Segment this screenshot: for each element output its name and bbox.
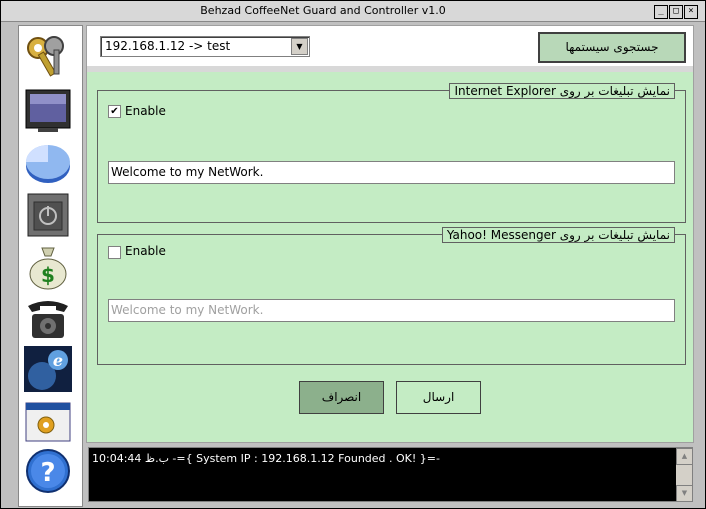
- ie-ads-legend: نمایش تبلیغات بر روی Internet Explorer: [449, 83, 675, 99]
- internet-explorer-icon[interactable]: e: [24, 346, 72, 392]
- pie-chart-icon[interactable]: [24, 140, 72, 186]
- app-window: Behzad CoffeeNet Guard and Controller v1…: [0, 0, 706, 509]
- ie-enable-label: Enable: [125, 104, 166, 118]
- svg-text:e: e: [53, 351, 63, 370]
- send-button[interactable]: ارسال: [396, 381, 481, 414]
- system-select[interactable]: 192.168.1.12 -> test ▼: [100, 36, 310, 57]
- title-bar[interactable]: Behzad CoffeeNet Guard and Controller v1…: [1, 1, 705, 22]
- help-icon[interactable]: ?: [24, 448, 72, 494]
- log-console: 10:04:44 ب.ظ -={ System IP : 192.168.1.1…: [88, 447, 693, 502]
- ie-ads-group: نمایش تبلیغات بر روی Internet Explorer ✔…: [97, 83, 686, 223]
- ie-message-input[interactable]: Welcome to my NetWork.: [108, 161, 675, 184]
- chevron-down-icon[interactable]: ▼: [291, 38, 308, 55]
- close-button[interactable]: ×: [684, 5, 698, 19]
- settings-window-icon[interactable]: [24, 399, 72, 445]
- monitor-icon[interactable]: [24, 88, 72, 134]
- log-scrollbar[interactable]: ▲ ▼: [676, 448, 693, 502]
- svg-text:?: ?: [40, 458, 55, 488]
- yahoo-ads-legend: نمایش تبلیغات بر روی Yahoo! Messenger: [441, 227, 675, 243]
- cancel-button[interactable]: انصراف: [299, 381, 384, 414]
- yahoo-ads-group: نمایش تبلیغات بر روی Yahoo! Messenger En…: [97, 227, 686, 365]
- power-icon[interactable]: [24, 192, 72, 238]
- sidebar: $ e ?: [18, 25, 83, 507]
- window-title: Behzad CoffeeNet Guard and Controller v1…: [200, 4, 446, 17]
- keys-icon[interactable]: [24, 34, 72, 80]
- yahoo-enable-label: Enable: [125, 244, 166, 258]
- telephone-icon[interactable]: [24, 296, 72, 342]
- log-line: 10:04:44 ب.ظ -={ System IP : 192.168.1.1…: [92, 452, 440, 465]
- money-bag-icon[interactable]: $: [24, 244, 72, 290]
- system-select-value: 192.168.1.12 -> test: [105, 39, 231, 53]
- content-area: نمایش تبلیغات بر روی Internet Explorer ✔…: [87, 72, 693, 442]
- ie-enable-checkbox[interactable]: ✔: [108, 105, 121, 118]
- main-panel: 192.168.1.12 -> test ▼ جستجوی سیستمها نم…: [86, 25, 694, 443]
- top-bar: 192.168.1.12 -> test ▼ جستجوی سیستمها: [87, 26, 693, 66]
- scroll-up-icon[interactable]: ▲: [676, 448, 693, 465]
- svg-text:$: $: [41, 263, 55, 287]
- minimize-button[interactable]: _: [654, 5, 668, 19]
- yahoo-message-input[interactable]: Welcome to my NetWork.: [108, 299, 675, 322]
- yahoo-enable-checkbox[interactable]: [108, 246, 121, 259]
- search-systems-button[interactable]: جستجوی سیستمها: [538, 32, 686, 63]
- maximize-button[interactable]: □: [669, 5, 683, 19]
- scroll-down-icon[interactable]: ▼: [676, 485, 693, 502]
